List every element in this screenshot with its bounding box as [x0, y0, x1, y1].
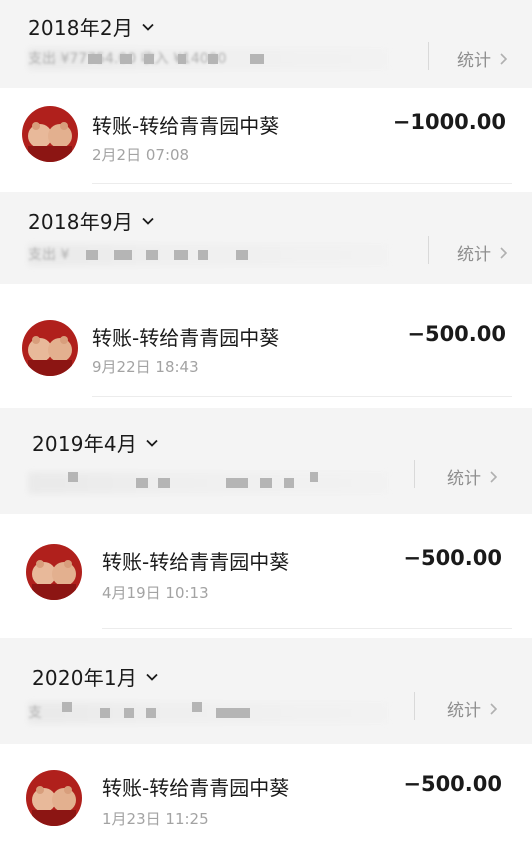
transaction-title: 转账-转给青青园中葵	[102, 776, 290, 800]
bill-list: 2018年2月 支出 ¥77754.00 收入 ¥14000 统计	[0, 0, 532, 843]
month-summary-text: 支出 ¥	[28, 247, 70, 263]
month-header-2018-02: 2018年2月 支出 ¥77754.00 收入 ¥14000 统计	[0, 0, 532, 88]
month-selector[interactable]: 2018年2月	[28, 12, 155, 41]
summary-divider	[414, 692, 415, 720]
transaction-title: 转账-转给青青园中葵	[92, 326, 280, 350]
month-label: 2018年9月	[28, 210, 134, 234]
month-summary: 支出 ¥	[28, 244, 388, 266]
stats-button[interactable]: 统计	[457, 240, 509, 265]
month-selector[interactable]: 2019年4月	[32, 428, 159, 457]
avatar	[22, 320, 78, 376]
month-label: 2020年1月	[32, 666, 138, 690]
transaction-time: 9月22日 18:43	[92, 358, 199, 376]
chevron-down-icon	[146, 673, 158, 681]
stats-button[interactable]: 统计	[447, 464, 499, 489]
month-label: 2018年2月	[28, 16, 134, 40]
transaction-row[interactable]: 转账-转给青青园中葵 1月23日 11:25 −500.00	[0, 744, 532, 843]
transaction-amount: −500.00	[407, 322, 506, 346]
chevron-right-icon	[490, 470, 498, 483]
transaction-title: 转账-转给青青园中葵	[102, 550, 290, 574]
chevron-right-icon	[490, 702, 498, 715]
avatar	[26, 544, 82, 600]
transaction-title: 转账-转给青青园中葵	[92, 114, 280, 138]
transaction-row[interactable]: 转账-转给青青园中葵 2月2日 07:08 −1000.00	[0, 88, 532, 192]
transaction-row[interactable]: 转账-转给青青园中葵 4月19日 10:13 −500.00	[0, 514, 532, 638]
transaction-amount: −1000.00	[392, 110, 506, 134]
transaction-time: 2月2日 07:08	[92, 146, 190, 164]
transaction-amount: −500.00	[403, 772, 502, 796]
stats-button[interactable]: 统计	[447, 696, 499, 721]
stats-label: 统计	[457, 245, 491, 265]
month-summary: 支出 ¥77754.00 收入 ¥14000	[28, 48, 388, 70]
month-selector[interactable]: 2020年1月	[32, 662, 159, 691]
summary-divider	[428, 236, 429, 264]
month-summary-text: 支	[28, 705, 42, 721]
stats-label: 统计	[457, 51, 491, 71]
month-header-2020-01: 2020年1月 支 统计	[0, 638, 532, 744]
month-summary	[28, 472, 388, 494]
stats-label: 统计	[447, 469, 481, 489]
chevron-right-icon	[500, 52, 508, 65]
avatar	[26, 770, 82, 826]
month-header-2019-04: 2019年4月 统计	[0, 408, 532, 514]
summary-divider	[414, 460, 415, 488]
transaction-amount: −500.00	[403, 546, 502, 570]
chevron-right-icon	[500, 246, 508, 259]
transaction-time: 4月19日 10:13	[102, 584, 209, 602]
stats-label: 统计	[447, 701, 481, 721]
month-label: 2019年4月	[32, 432, 138, 456]
transaction-row[interactable]: 转账-转给青青园中葵 9月22日 18:43 −500.00	[0, 284, 532, 408]
stats-button[interactable]: 统计	[457, 46, 509, 71]
summary-divider	[428, 42, 429, 70]
month-header-2018-09: 2018年9月 支出 ¥ 统计	[0, 192, 532, 284]
month-selector[interactable]: 2018年9月	[28, 206, 155, 235]
avatar	[22, 106, 78, 162]
month-summary: 支	[28, 702, 388, 724]
chevron-down-icon	[142, 217, 154, 225]
transaction-time: 1月23日 11:25	[102, 810, 209, 828]
chevron-down-icon	[146, 439, 158, 447]
chevron-down-icon	[142, 23, 154, 31]
